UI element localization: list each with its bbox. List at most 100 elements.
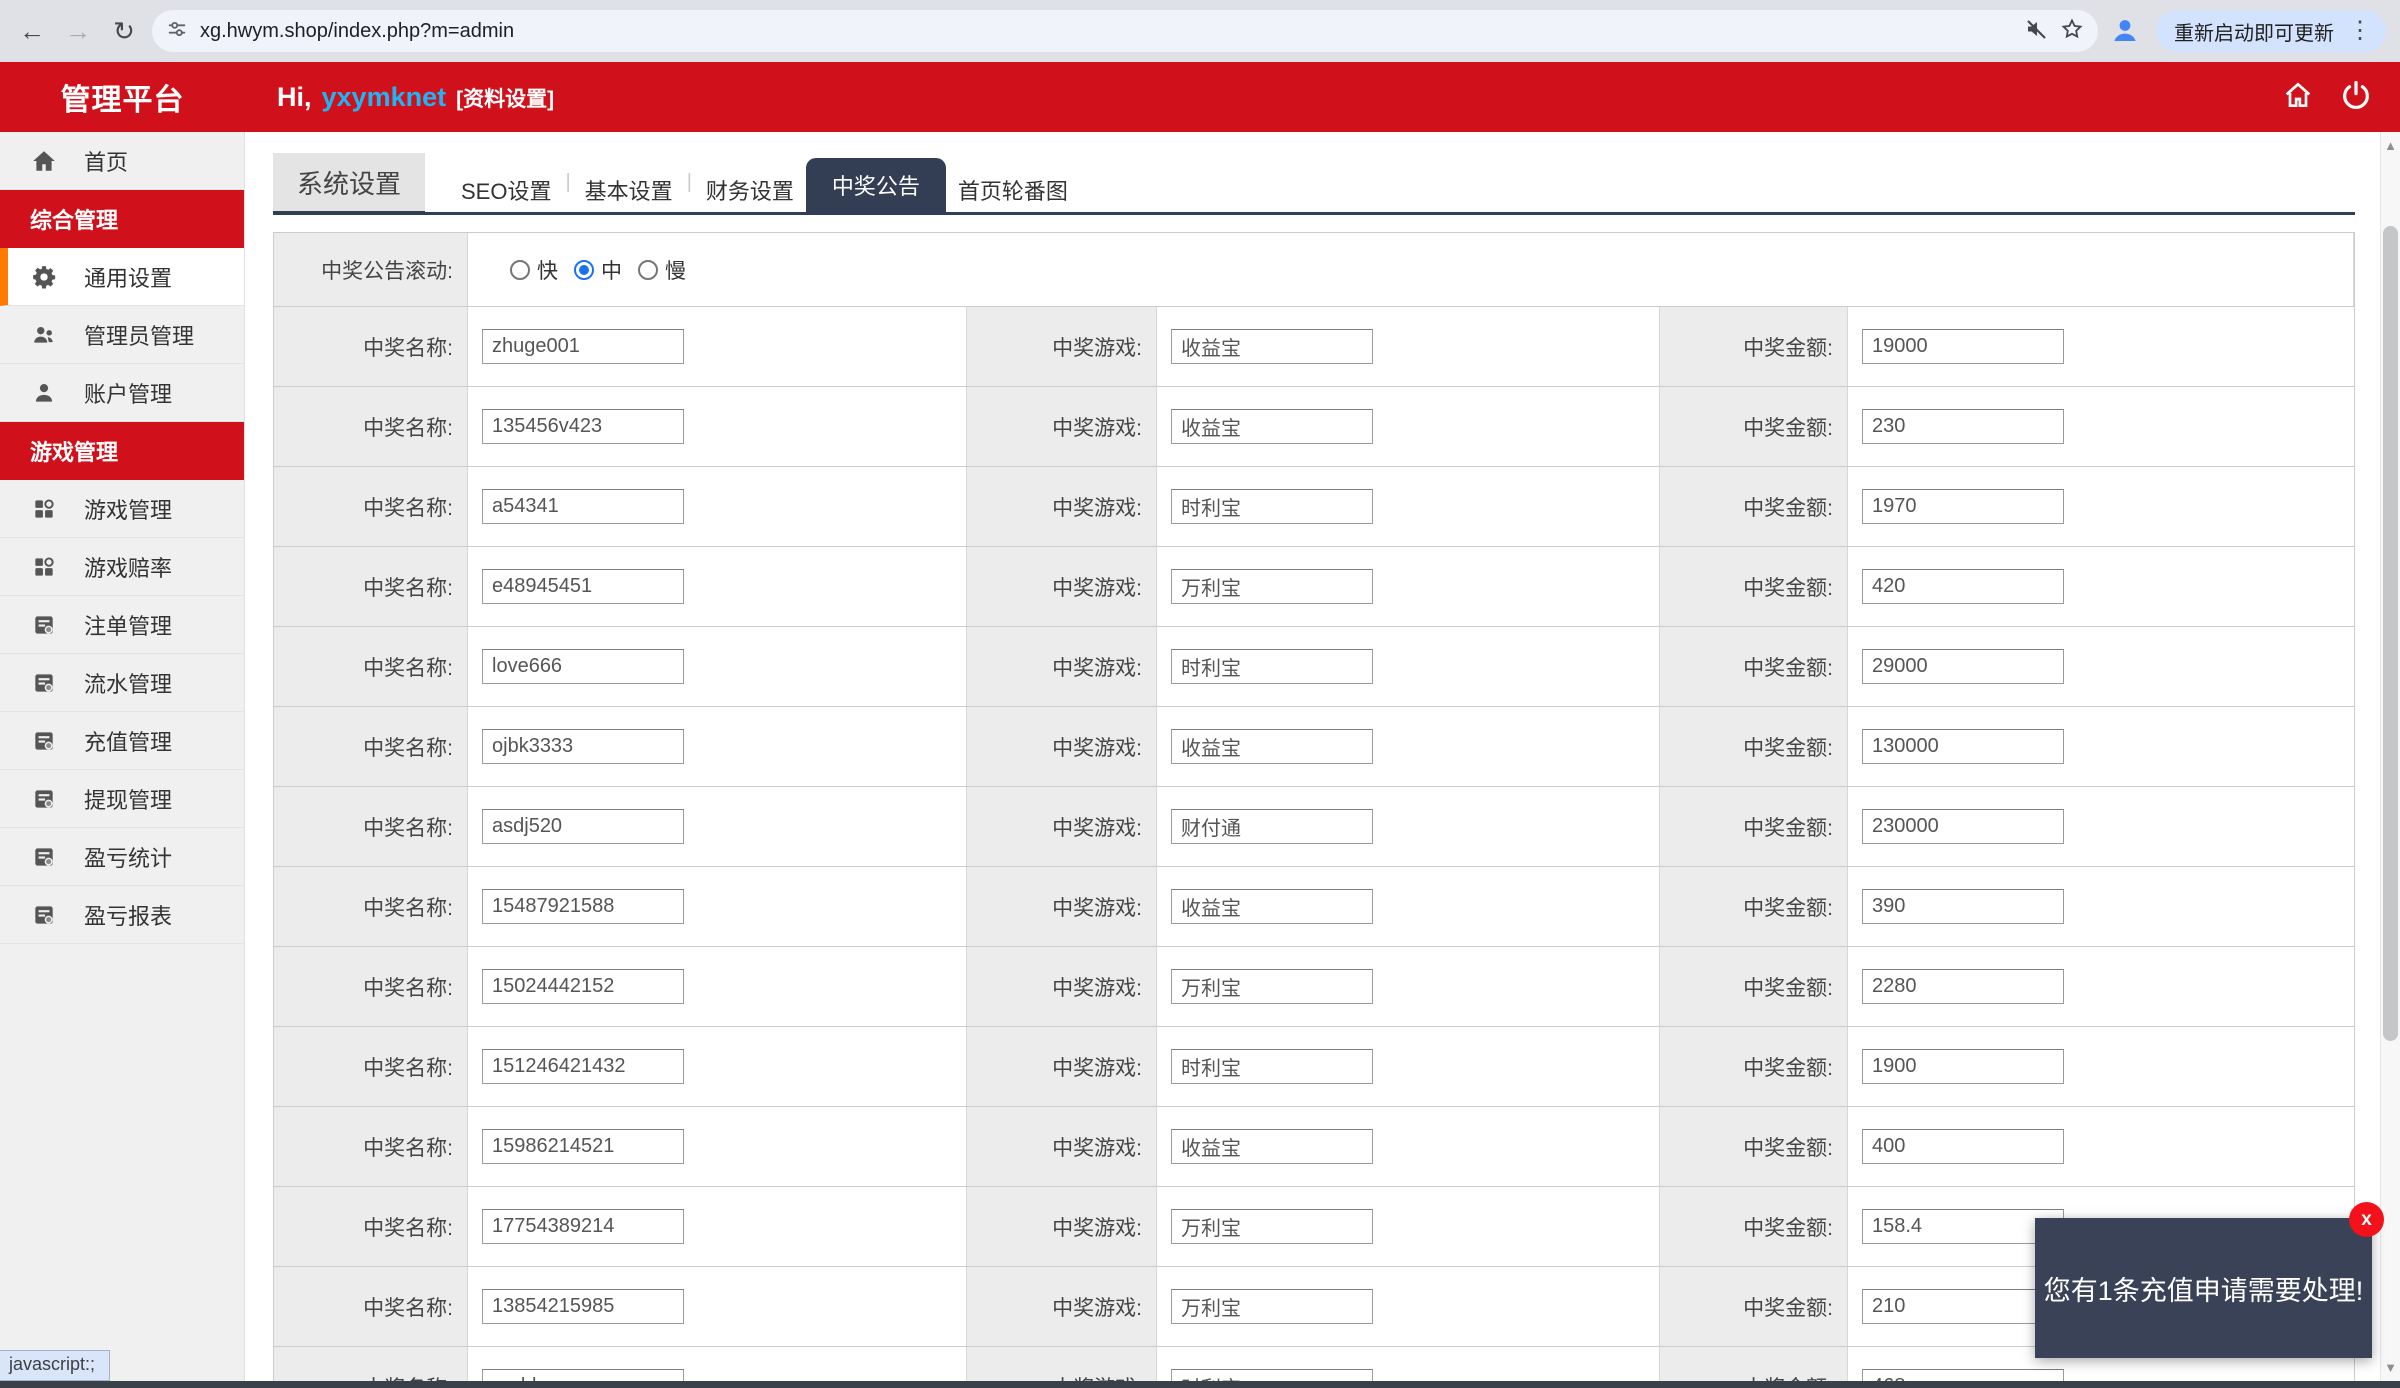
- winner-name-input-9[interactable]: [482, 969, 684, 1004]
- winner-name-input-4[interactable]: [482, 569, 684, 604]
- field-cell: [468, 627, 967, 706]
- report-icon: [30, 844, 58, 870]
- home-icon[interactable]: [2282, 79, 2314, 116]
- winner-amount-input-4[interactable]: [1862, 569, 2064, 604]
- reload-button[interactable]: ↻: [106, 13, 142, 49]
- winner-amount-input-10[interactable]: [1862, 1049, 2064, 1084]
- close-icon[interactable]: x: [2349, 1202, 2384, 1237]
- sidebar-item-注单管理[interactable]: 注单管理: [0, 596, 244, 654]
- sidebar-item-通用设置[interactable]: 通用设置: [0, 248, 244, 306]
- winner-game-input-8[interactable]: [1171, 889, 1373, 924]
- winner-name-input-6[interactable]: [482, 729, 684, 764]
- scroll-speed-radio-中[interactable]: 中: [574, 255, 622, 285]
- site-settings-icon[interactable]: [166, 18, 188, 45]
- field-label: 中奖金额:: [1660, 547, 1848, 626]
- browser-menu-icon[interactable]: ⋮: [2344, 19, 2376, 43]
- sidebar-item-盈亏统计[interactable]: 盈亏统计: [0, 828, 244, 886]
- winner-amount-input-9[interactable]: [1862, 969, 2064, 1004]
- sidebar-item-充值管理[interactable]: 充值管理: [0, 712, 244, 770]
- winner-name-input-11[interactable]: [482, 1129, 684, 1164]
- winner-game-input-13[interactable]: [1171, 1289, 1373, 1324]
- app-title: 管理平台: [0, 75, 245, 119]
- forward-button[interactable]: →: [60, 13, 96, 49]
- scroll-down-icon[interactable]: ▼: [2381, 1358, 2400, 1378]
- field-label: 中奖游戏:: [967, 547, 1157, 626]
- sidebar-item-游戏赔率[interactable]: 游戏赔率: [0, 538, 244, 596]
- winner-name-input-5[interactable]: [482, 649, 684, 684]
- winner-name-input-2[interactable]: [482, 409, 684, 444]
- winner-name-input-13[interactable]: [482, 1289, 684, 1324]
- bookmark-star-icon[interactable]: [2060, 17, 2084, 46]
- winner-amount-input-8[interactable]: [1862, 889, 2064, 924]
- sidebar-item-流水管理[interactable]: 流水管理: [0, 654, 244, 712]
- notification-text: 您有1条充值申请需要处理!: [2044, 1269, 2364, 1308]
- field-label: 中奖游戏:: [967, 627, 1157, 706]
- sidebar-item-提现管理[interactable]: 提现管理: [0, 770, 244, 828]
- tab-SEO设置[interactable]: SEO设置: [449, 168, 563, 212]
- winner-row: 中奖名称:中奖游戏:中奖金额:: [274, 467, 2354, 547]
- winner-game-input-1[interactable]: [1171, 329, 1373, 364]
- mute-icon[interactable]: [2024, 17, 2048, 46]
- sidebar-item-账户管理[interactable]: 账户管理: [0, 364, 244, 422]
- sidebar-item-管理员管理[interactable]: 管理员管理: [0, 306, 244, 364]
- scroll-speed-radio-快[interactable]: 快: [510, 255, 558, 285]
- winner-game-input-12[interactable]: [1171, 1209, 1373, 1244]
- scroll-up-icon[interactable]: ▲: [2381, 136, 2400, 156]
- profile-settings-link[interactable]: [资料设置]: [456, 83, 554, 113]
- sidebar-item-游戏管理[interactable]: 游戏管理: [0, 480, 244, 538]
- radio-icon[interactable]: [638, 260, 658, 280]
- winner-game-input-3[interactable]: [1171, 489, 1373, 524]
- winner-amount-input-2[interactable]: [1862, 409, 2064, 444]
- field-label: 中奖名称:: [274, 307, 468, 386]
- winner-amount-input-1[interactable]: [1862, 329, 2064, 364]
- logout-power-icon[interactable]: [2340, 79, 2372, 116]
- winner-name-input-1[interactable]: [482, 329, 684, 364]
- winner-game-input-2[interactable]: [1171, 409, 1373, 444]
- url-text[interactable]: xg.hwym.shop/index.php?m=admin: [200, 20, 2012, 43]
- back-button[interactable]: ←: [14, 13, 50, 49]
- address-bar[interactable]: xg.hwym.shop/index.php?m=admin: [152, 10, 2098, 52]
- winner-name-input-10[interactable]: [482, 1049, 684, 1084]
- winner-row: 中奖名称:中奖游戏:中奖金额:: [274, 627, 2354, 707]
- winner-amount-input-3[interactable]: [1862, 489, 2064, 524]
- winner-game-input-9[interactable]: [1171, 969, 1373, 1004]
- scrollbar-thumb[interactable]: [2383, 226, 2398, 1041]
- tab-中奖公告[interactable]: 中奖公告: [806, 158, 946, 212]
- tab-财务设置[interactable]: 财务设置: [694, 168, 806, 212]
- sidebar-item-首页[interactable]: 首页: [0, 132, 244, 190]
- winner-name-input-8[interactable]: [482, 889, 684, 924]
- winner-name-input-12[interactable]: [482, 1209, 684, 1244]
- recharge-notification[interactable]: 您有1条充值申请需要处理! x: [2035, 1218, 2372, 1358]
- radio-icon[interactable]: [510, 260, 530, 280]
- winner-amount-input-11[interactable]: [1862, 1129, 2064, 1164]
- winner-amount-input-13[interactable]: [1862, 1289, 2064, 1324]
- sidebar-item-盈亏报表[interactable]: 盈亏报表: [0, 886, 244, 944]
- winner-amount-input-6[interactable]: [1862, 729, 2064, 764]
- field-label: 中奖金额:: [1660, 627, 1848, 706]
- vertical-scrollbar[interactable]: ▲ ▼: [2380, 132, 2400, 1388]
- winner-game-input-4[interactable]: [1171, 569, 1373, 604]
- profile-avatar[interactable]: [2108, 12, 2142, 51]
- scroll-speed-radio-慢[interactable]: 慢: [638, 255, 686, 285]
- field-label: 中奖名称:: [274, 1187, 468, 1266]
- winner-game-input-11[interactable]: [1171, 1129, 1373, 1164]
- tab-首页轮番图[interactable]: 首页轮番图: [946, 168, 1080, 212]
- field-cell: [468, 1187, 967, 1266]
- winner-game-input-5[interactable]: [1171, 649, 1373, 684]
- winner-game-input-7[interactable]: [1171, 809, 1373, 844]
- tab-基本设置[interactable]: 基本设置: [573, 168, 685, 212]
- winner-name-input-7[interactable]: [482, 809, 684, 844]
- tab-separator: |: [563, 171, 572, 200]
- field-cell: [1157, 1187, 1660, 1266]
- winner-name-input-3[interactable]: [482, 489, 684, 524]
- chrome-update-button[interactable]: 重新启动即可更新 ⋮: [2156, 10, 2386, 52]
- username: yxymknet: [322, 82, 447, 113]
- report-icon: [30, 902, 58, 928]
- winner-game-input-10[interactable]: [1171, 1049, 1373, 1084]
- winner-amount-input-7[interactable]: [1862, 809, 2064, 844]
- winner-game-input-6[interactable]: [1171, 729, 1373, 764]
- winner-amount-input-12[interactable]: [1862, 1209, 2064, 1244]
- sidebar-item-label: 盈亏报表: [84, 899, 172, 931]
- radio-icon[interactable]: [574, 260, 594, 280]
- winner-amount-input-5[interactable]: [1862, 649, 2064, 684]
